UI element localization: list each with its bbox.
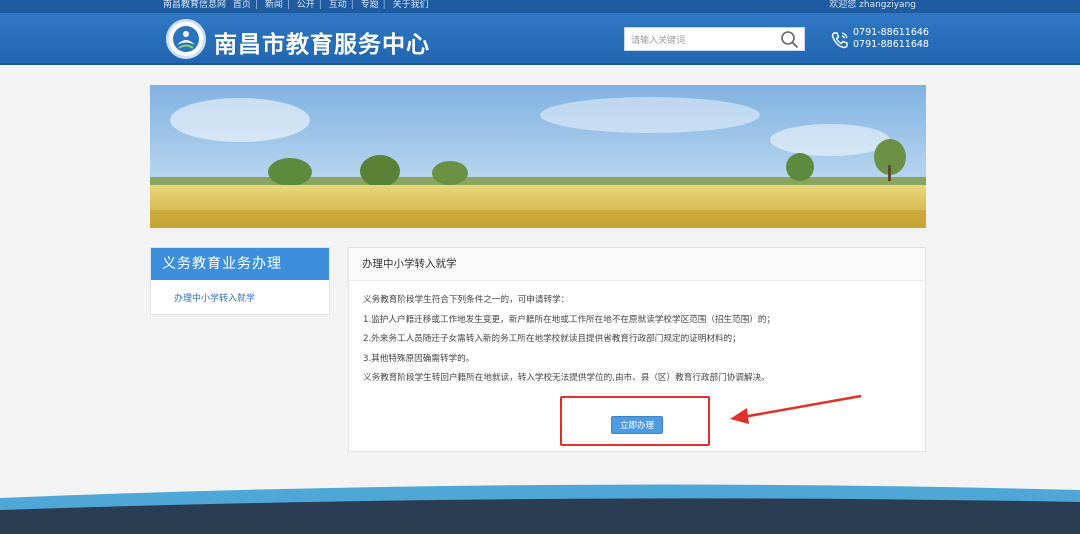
content-paragraph: 1.监护人户籍迁移或工作地发生变更，新户籍所在地或工作所在地不在原就读学校学区范… [363,314,776,325]
content-paragraph: 2.外来务工人员随迁子女需转入新的务工所在地学校就读且提供省教育行政部门规定的证… [363,334,741,344]
nav-link-home[interactable]: 首页 [233,0,251,10]
nav-separator: | [254,0,258,10]
nav-link-interaction[interactable]: 互动 [329,0,347,10]
nav-link-news[interactable]: 新闻 [265,0,283,10]
nav-separator: | [318,0,322,10]
site-title: 南昌市教育服务中心 [214,31,430,58]
welcome-text: 欢迎您 zhangziyang [829,0,916,10]
nav-link-topics[interactable]: 专题 [361,0,379,10]
site-header: 南昌市教育服务中心 0791-88611646 0791-88611648 [0,13,1080,65]
top-nav: 南昌教育信息网 首页 | 新闻 | 公开 | 互动 | 专题 | 关于我们 [163,0,433,10]
search-input[interactable] [625,30,775,52]
logo-emblem-icon[interactable] [166,19,206,59]
sidebar-item-transfer[interactable]: 办理中小学转入就学 [151,280,329,304]
content-paragraph: 义务教育阶段学生符合下列条件之一的，可申请转学： [363,295,570,305]
nav-separator: | [350,0,354,10]
phone-numbers: 0791-88611646 0791-88611648 [853,27,929,51]
phone-number: 0791-88611646 [853,27,929,38]
nav-link-site[interactable]: 南昌教育信息网 [163,0,226,10]
phone-number: 0791-88611648 [853,39,929,50]
content-title: 办理中小学转入就学 [349,248,925,281]
nav-separator: | [286,0,290,10]
phone-icon [831,32,848,49]
content-paragraph: 3.其他特殊原因确需转学的。 [363,353,475,364]
banner-image [150,85,926,228]
top-bar: 南昌教育信息网 首页 | 新闻 | 公开 | 互动 | 专题 | 关于我们 欢迎您 zha… [0,0,1080,13]
annotation-highlight-box [560,396,710,446]
nav-link-public[interactable]: 公开 [297,0,315,10]
nav-link-about[interactable]: 关于我们 [393,0,429,10]
sidebar: 义务教育业务办理 办理中小学转入就学 [150,247,330,315]
search-box [624,27,805,52]
nav-separator: | [382,0,386,10]
sidebar-heading: 义务教育业务办理 [151,248,329,280]
search-icon[interactable] [780,30,800,50]
footer [0,480,1080,534]
annotation-arrow-icon [730,394,862,424]
content-body: 义务教育阶段学生符合下列条件之一的，可申请转学： 1.监护人户籍迁移或工作地发生… [363,294,918,392]
